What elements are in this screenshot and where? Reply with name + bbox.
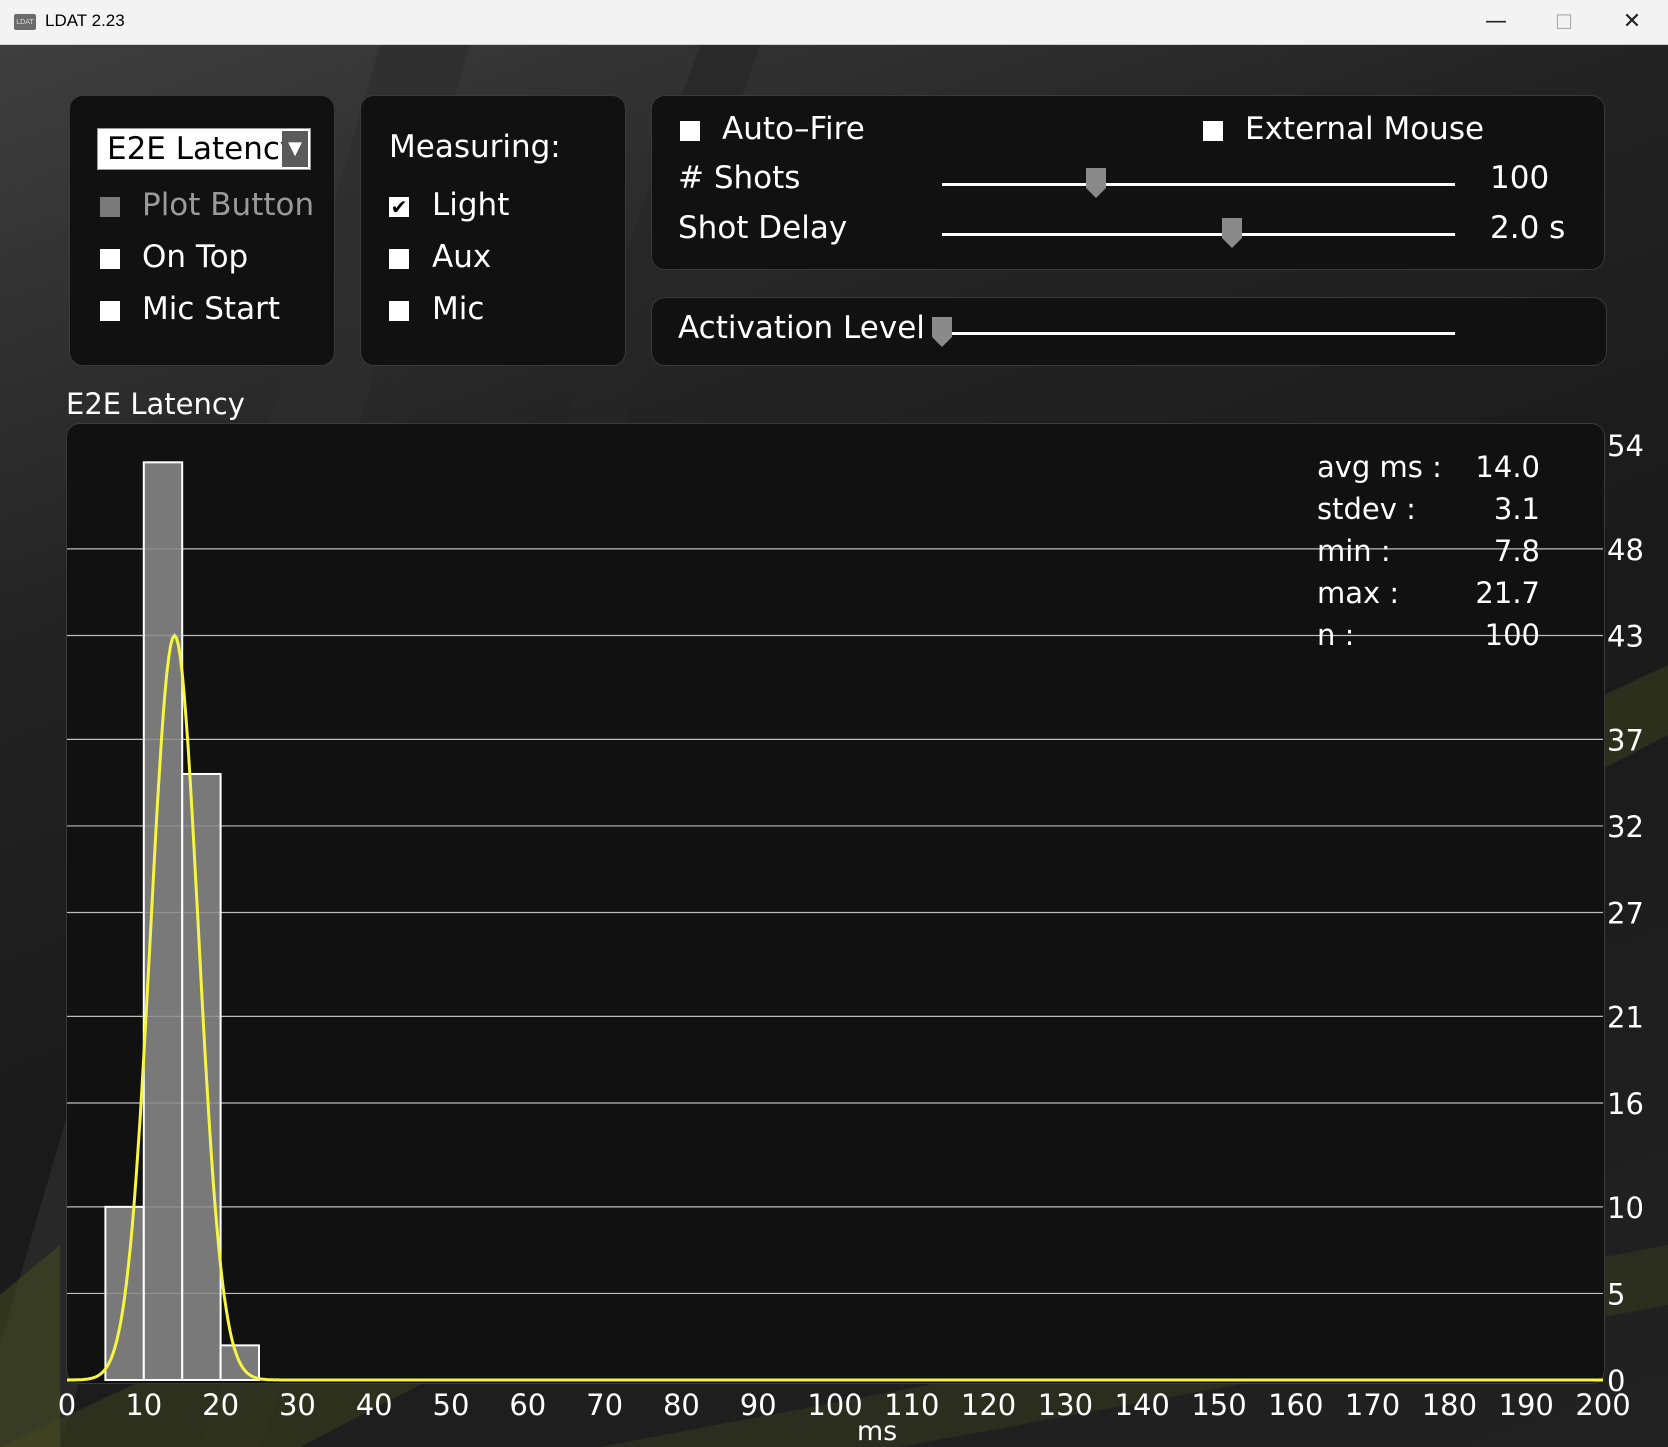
window-title: LDAT 2.23 — [45, 11, 125, 30]
close-icon[interactable]: ✕ — [1598, 0, 1666, 44]
x-tick-label: 40 — [356, 1388, 393, 1422]
x-tick-label: 0 — [58, 1388, 76, 1422]
y-tick-label: 37 — [1607, 723, 1644, 757]
x-tick-label: 190 — [1499, 1388, 1554, 1422]
latency-histogram: 051016212732374348540 10 20 30 40 50 60 70 80 90 1… — [58, 429, 1644, 1447]
app-window: LDAT LDAT 2.23 — ☐ ✕ E2E Latency ▼ Plot … — [0, 0, 1668, 1447]
y-tick-label: 54 — [1607, 429, 1644, 463]
minimize-icon[interactable]: — — [1462, 0, 1530, 44]
y-tick-label: 43 — [1607, 619, 1644, 653]
stat-label: min : — [1317, 534, 1391, 568]
x-tick-label: 150 — [1191, 1388, 1246, 1422]
stat-value: 21.7 — [1475, 576, 1540, 610]
x-tick-label: 10 — [125, 1388, 162, 1422]
y-tick-label: 32 — [1607, 810, 1644, 844]
x-tick-label: 120 — [961, 1388, 1016, 1422]
maximize-icon[interactable]: ☐ — [1530, 0, 1598, 44]
x-tick-label: 80 — [663, 1388, 700, 1422]
x-axis-label: ms — [857, 1416, 897, 1447]
x-tick-label: 200 — [1575, 1388, 1630, 1422]
stat-value: 14.0 — [1475, 450, 1540, 484]
x-tick-label: 20 — [202, 1388, 239, 1422]
y-tick-label: 27 — [1607, 897, 1644, 931]
stat-label: stdev : — [1317, 492, 1416, 526]
x-tick-label: 100 — [807, 1388, 862, 1422]
x-tick-label: 90 — [740, 1388, 777, 1422]
y-tick-label: 10 — [1607, 1191, 1644, 1225]
ldat-app-icon: LDAT — [14, 14, 36, 30]
x-tick-label: 130 — [1038, 1388, 1093, 1422]
y-tick-label: 5 — [1607, 1277, 1625, 1311]
histogram-bar — [181, 772, 222, 1381]
stat-label: avg ms : — [1317, 450, 1442, 484]
x-tick-label: 70 — [586, 1388, 623, 1422]
y-tick-label: 21 — [1607, 1000, 1644, 1034]
y-tick-label: 16 — [1607, 1087, 1644, 1121]
x-tick-label: 50 — [433, 1388, 470, 1422]
stat-value: 100 — [1484, 618, 1540, 652]
client-area: E2E Latency ▼ Plot Button On Top Mic Sta… — [0, 45, 1668, 1447]
x-tick-label: 60 — [509, 1388, 546, 1422]
x-tick-label: 140 — [1115, 1388, 1170, 1422]
x-tick-label: 160 — [1268, 1388, 1323, 1422]
y-tick-label: 48 — [1607, 533, 1644, 567]
x-tick-label: 30 — [279, 1388, 316, 1422]
fit-curve-line — [67, 633, 1603, 1382]
x-tick-label: 170 — [1345, 1388, 1400, 1422]
stat-label: max : — [1317, 576, 1400, 610]
stat-label: n : — [1317, 618, 1355, 652]
histogram-bar — [142, 461, 184, 1381]
x-tick-label: 180 — [1422, 1388, 1477, 1422]
title-bar: LDAT LDAT 2.23 — ☐ ✕ — [0, 0, 1668, 45]
stat-value: 7.8 — [1493, 534, 1540, 568]
stat-value: 3.1 — [1493, 492, 1540, 526]
